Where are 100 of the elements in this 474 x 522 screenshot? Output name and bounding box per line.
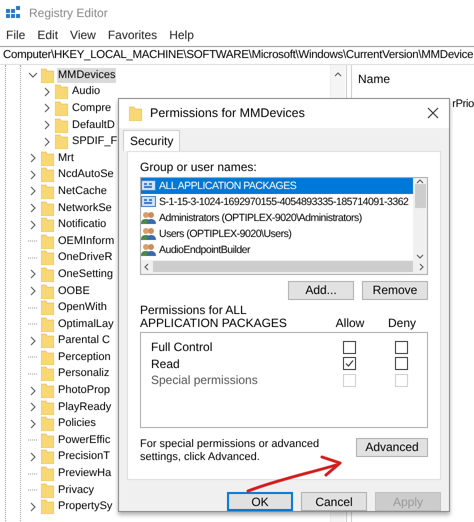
folder-icon bbox=[41, 284, 54, 299]
tree-item[interactable]: NetCache bbox=[57, 184, 108, 199]
chevron-right-icon[interactable] bbox=[42, 136, 52, 147]
list-item[interactable]: AudioEndpointBuilder bbox=[141, 242, 413, 258]
scrollbar-thumb[interactable] bbox=[153, 261, 413, 272]
scroll-up-icon[interactable] bbox=[416, 178, 424, 184]
value-name[interactable]: rPrio bbox=[452, 98, 474, 110]
tree-item[interactable]: Privacy bbox=[57, 482, 96, 498]
advanced-note: For special permissions or advanced settings, click Advanced. bbox=[140, 438, 320, 464]
tree-item[interactable]: Parental C bbox=[57, 333, 111, 348]
dialog-button[interactable]: Add... bbox=[288, 280, 354, 300]
chevron-right-icon[interactable] bbox=[28, 269, 38, 280]
tree-item[interactable]: Policies bbox=[57, 416, 97, 432]
users-icon bbox=[141, 211, 156, 224]
chevron-right-icon[interactable] bbox=[28, 153, 38, 164]
chevron-right-icon[interactable] bbox=[28, 336, 38, 346]
scroll-up-icon[interactable] bbox=[334, 71, 342, 77]
scroll-left-icon[interactable] bbox=[143, 262, 149, 271]
package-icon bbox=[141, 195, 156, 208]
chevron-right-icon[interactable] bbox=[28, 203, 38, 214]
tab[interactable]: Security bbox=[123, 130, 180, 151]
tree-item[interactable]: NcdAutoSe bbox=[57, 167, 115, 182]
folder-icon bbox=[41, 68, 54, 83]
scroll-down-icon[interactable] bbox=[416, 254, 424, 260]
chevron-right-icon[interactable] bbox=[28, 170, 38, 180]
tree-item[interactable]: Perception bbox=[57, 350, 112, 365]
chevron-right-icon[interactable] bbox=[28, 186, 38, 196]
menu-item[interactable]: Favorites bbox=[108, 28, 158, 42]
chevron-right-icon[interactable] bbox=[28, 402, 38, 412]
checkbox[interactable] bbox=[342, 357, 356, 370]
chevron-right-icon[interactable] bbox=[42, 86, 52, 97]
folder-icon bbox=[41, 350, 54, 365]
tree-item[interactable]: PrecisionT bbox=[57, 449, 111, 464]
tree-item[interactable]: Notificatio bbox=[57, 217, 108, 232]
scrollbar-thumb[interactable] bbox=[414, 184, 426, 208]
chevron-right-icon[interactable] bbox=[28, 502, 38, 512]
dialog-button[interactable]: Cancel bbox=[301, 492, 367, 511]
tree-item[interactable]: OEMInform bbox=[57, 234, 116, 249]
close-icon[interactable] bbox=[427, 107, 439, 120]
tree-item[interactable]: Mrt bbox=[57, 150, 75, 166]
dialog-button[interactable]: Remove bbox=[362, 280, 428, 300]
chevron-right-icon[interactable] bbox=[28, 452, 38, 462]
folder-icon bbox=[41, 482, 54, 498]
tree-item[interactable]: PhotoProp bbox=[57, 383, 111, 398]
tree-item[interactable]: OneDriveR bbox=[57, 250, 114, 266]
folder-icon bbox=[41, 200, 54, 216]
allow-header: Allow bbox=[334, 316, 366, 330]
menu-item[interactable]: File bbox=[6, 28, 26, 42]
list-item[interactable]: S-1-15-3-1024-1692970155-4054893335-185714091-3362 bbox=[141, 194, 413, 210]
folder-icon bbox=[41, 250, 54, 266]
chevron-right-icon[interactable] bbox=[42, 103, 52, 114]
tree-item[interactable]: PowerEffic bbox=[57, 432, 112, 448]
address-bar[interactable]: Computer\HKEY_LOCAL_MACHINE\SOFTWARE\Microsoft\Windows\CurrentVersion\MMDevice bbox=[0, 46, 474, 65]
list-item[interactable]: ALL APPLICATION PACKAGES bbox=[141, 178, 413, 194]
list-item[interactable]: Users (OPTIPLEX-9020\Users) bbox=[141, 226, 413, 242]
folder-icon bbox=[55, 100, 68, 116]
menu-item[interactable]: Edit bbox=[37, 28, 58, 42]
checkbox[interactable] bbox=[394, 357, 408, 370]
tree-item[interactable]: OneSetting bbox=[57, 266, 114, 282]
folder-icon bbox=[129, 106, 142, 121]
folder-icon bbox=[41, 300, 54, 316]
tree-item[interactable]: Audio bbox=[71, 84, 102, 100]
chevron-down-icon[interactable] bbox=[28, 70, 38, 80]
chevron-right-icon[interactable] bbox=[28, 220, 38, 230]
checkbox[interactable] bbox=[394, 340, 408, 354]
checkbox[interactable] bbox=[342, 340, 356, 354]
folder-icon bbox=[41, 416, 54, 432]
advanced-button[interactable]: Advanced bbox=[356, 438, 428, 457]
scroll-right-icon[interactable] bbox=[419, 262, 425, 271]
column-header[interactable]: Name bbox=[358, 69, 474, 89]
registry-icon bbox=[6, 6, 21, 20]
folder-icon bbox=[41, 266, 54, 282]
tree-item[interactable]: Compre bbox=[71, 100, 112, 116]
permission-name: Full Control bbox=[151, 340, 214, 354]
menu-item[interactable]: Help bbox=[169, 28, 194, 42]
tree-item[interactable]: NetworkSe bbox=[57, 200, 113, 216]
chevron-right-icon[interactable] bbox=[42, 120, 52, 130]
tree-item[interactable]: PreviewHa bbox=[57, 466, 112, 482]
tree-item[interactable]: OptimalLay bbox=[57, 316, 115, 332]
chevron-right-icon[interactable] bbox=[28, 386, 38, 396]
tree-item[interactable]: OOBE bbox=[57, 284, 91, 299]
tree-item[interactable]: MMDevices bbox=[57, 68, 116, 83]
tree-item[interactable]: Personaliz bbox=[57, 366, 110, 382]
permission-name: Special permissions bbox=[151, 373, 259, 388]
dialog-button[interactable]: OK bbox=[227, 492, 293, 511]
chevron-right-icon[interactable] bbox=[28, 286, 38, 296]
list-item[interactable]: Administrators (OPTIPLEX-9020\Administrators) bbox=[141, 210, 413, 226]
folder-icon bbox=[41, 316, 54, 332]
tree-item[interactable]: DefaultD bbox=[71, 118, 116, 133]
chevron-right-icon[interactable] bbox=[28, 418, 38, 429]
users-icon bbox=[141, 243, 156, 256]
tree-item[interactable]: PropertySy bbox=[57, 499, 114, 514]
folder-icon bbox=[41, 167, 54, 182]
tree-item[interactable]: OpenWith bbox=[57, 300, 108, 316]
permission-name: Read bbox=[151, 356, 181, 371]
tree-item[interactable]: SPDIF_F bbox=[71, 134, 118, 150]
menu-item[interactable]: View bbox=[70, 28, 96, 42]
folder-icon bbox=[41, 150, 54, 166]
folder-icon bbox=[41, 383, 54, 398]
tree-item[interactable]: PlayReady bbox=[57, 400, 112, 415]
